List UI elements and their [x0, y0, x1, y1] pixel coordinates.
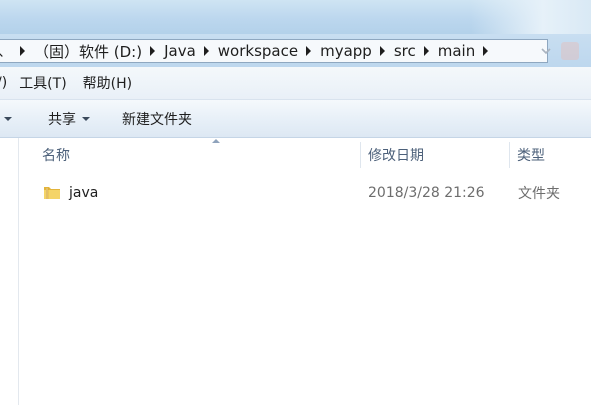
breadcrumb-leading-fragment: 、	[0, 41, 12, 61]
breadcrumb-separator-icon[interactable]	[150, 46, 156, 56]
share-dropdown-icon	[82, 116, 90, 121]
chevron-down-icon[interactable]	[538, 43, 554, 59]
file-row[interactable]: java 2018/3/28 21:26 文件夹	[19, 176, 591, 210]
window-frame-glow	[471, 0, 591, 34]
menu-tools[interactable]: 工具(T)	[19, 73, 66, 93]
menu-bar: /) 工具(T) 帮助(H)	[0, 67, 591, 100]
menu-help[interactable]: 帮助(H)	[83, 73, 132, 93]
breadcrumb-src[interactable]: src	[394, 42, 416, 60]
file-type: 文件夹	[518, 186, 560, 202]
column-name[interactable]: 名称	[42, 138, 358, 172]
breadcrumb-myapp[interactable]: myapp	[320, 42, 372, 60]
folder-icon	[44, 187, 60, 199]
breadcrumb-main[interactable]: main	[438, 42, 475, 60]
share-button-label: 共享	[48, 111, 76, 128]
column-name-label: 名称	[42, 148, 70, 164]
refresh-icon[interactable]	[561, 42, 579, 60]
share-button[interactable]: 共享	[48, 109, 90, 129]
breadcrumb-drive[interactable]: （固）软件 (D:)	[34, 41, 142, 62]
column-type-label: 类型	[517, 148, 545, 164]
file-modified: 2018/3/28 21:26	[368, 185, 485, 201]
column-divider[interactable]	[509, 142, 510, 168]
file-name[interactable]: java	[69, 176, 98, 210]
menu-view-partial[interactable]: /)	[0, 75, 7, 91]
new-folder-button-label: 新建文件夹	[122, 111, 192, 128]
new-folder-button[interactable]: 新建文件夹	[122, 109, 192, 129]
toolbar-dropdown-icon[interactable]	[4, 116, 12, 121]
breadcrumb-separator-icon[interactable]	[203, 46, 209, 56]
address-bar: 、 （固）软件 (D:) Java workspace myapp src ma…	[0, 34, 591, 67]
breadcrumb-workspace[interactable]: workspace	[218, 42, 298, 60]
column-modified[interactable]: 修改日期	[368, 138, 508, 172]
command-toolbar: 共享 新建文件夹	[0, 100, 591, 138]
column-header: 名称 修改日期 类型	[19, 138, 591, 172]
breadcrumb-java[interactable]: Java	[164, 42, 196, 60]
address-breadcrumb[interactable]: 、 （固）软件 (D:) Java workspace myapp src ma…	[0, 39, 548, 63]
column-type[interactable]: 类型	[517, 138, 591, 172]
window-frame	[0, 0, 591, 34]
breadcrumb-separator-icon[interactable]	[423, 46, 429, 56]
column-modified-label: 修改日期	[368, 148, 424, 164]
column-divider[interactable]	[360, 142, 361, 168]
breadcrumb-separator-icon[interactable]	[20, 46, 25, 56]
breadcrumb-separator-icon[interactable]	[483, 46, 489, 56]
breadcrumb-separator-icon[interactable]	[379, 46, 385, 56]
breadcrumb-separator-icon[interactable]	[306, 46, 312, 56]
